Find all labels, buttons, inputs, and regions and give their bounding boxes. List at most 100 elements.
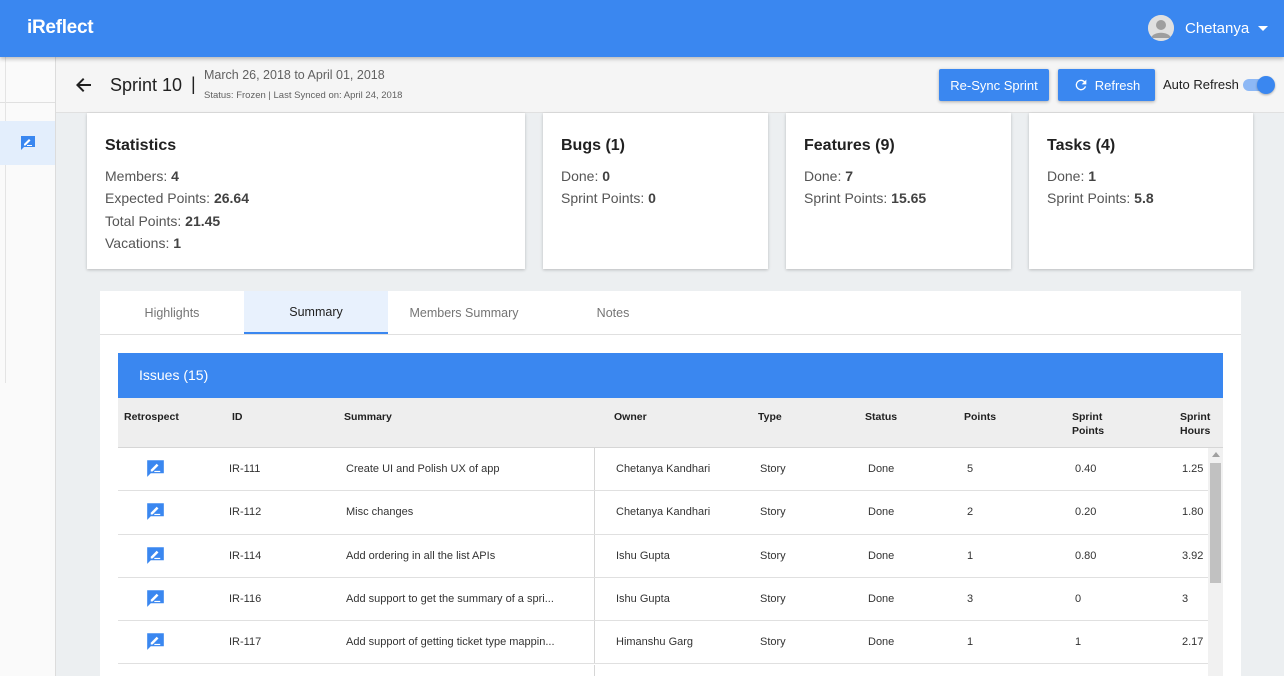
cell-type: Story <box>760 592 786 605</box>
cell-sprint-points: 1 <box>1075 636 1082 649</box>
cell-id[interactable]: IR-111 <box>229 463 260 475</box>
stat-done: Done: 7 <box>804 168 854 184</box>
cell-id[interactable]: IR-114 <box>229 550 261 562</box>
col-id[interactable]: ID <box>232 410 243 424</box>
cell-id[interactable]: IR-112 <box>229 506 261 518</box>
cell-sprint-points: 0.40 <box>1075 463 1097 475</box>
stat-sprint-points: Sprint Points: 0 <box>561 190 656 207</box>
title-separator: | <box>191 74 196 94</box>
cell-sprint-hours: 3 <box>1182 592 1189 605</box>
cell-points: 1 <box>967 549 974 562</box>
cell-status: Done <box>868 463 895 475</box>
stat-members: Members: 4 <box>105 168 179 184</box>
cell-id[interactable]: IR-117 <box>229 636 261 648</box>
scroll-up-arrow[interactable] <box>1212 452 1220 457</box>
sidebar-item-retrospect[interactable] <box>0 121 55 165</box>
resync-sprint-label: Re-Sync Sprint <box>950 77 1038 93</box>
stat-vacations: Vacations: 1 <box>105 235 182 252</box>
retrospect-button[interactable] <box>146 589 165 608</box>
tab-summary[interactable]: Summary <box>244 291 388 334</box>
tab-members-summary[interactable]: Members Summary <box>392 291 536 334</box>
table-row[interactable]: IR-112 Misc changes Chetanya Kandhari St… <box>118 491 1208 535</box>
cell-sprint-hours: 1.25 <box>1182 463 1204 475</box>
account-avatar-icon <box>1148 15 1174 41</box>
col-sprint-hours[interactable]: Sprint Hours <box>1180 410 1210 438</box>
cell-sprint-hours: 3.92 <box>1182 549 1204 562</box>
cell-type: Story <box>760 636 786 649</box>
col-points[interactable]: Points <box>964 410 996 424</box>
table-row[interactable]: IR-117 Add support of getting ticket typ… <box>118 621 1208 665</box>
column-divider <box>594 448 595 491</box>
sidebar-header <box>0 57 55 103</box>
table-row[interactable]: IR-114 Add ordering in all the list APIs… <box>118 534 1208 578</box>
features-card: Features (9) Done: 7 Sprint Points: 15.6… <box>786 113 1011 269</box>
cell-owner: Ishu Gupta <box>616 549 670 562</box>
retrospect-button[interactable] <box>146 459 165 478</box>
retrospect-button[interactable] <box>146 502 165 521</box>
scrollbar-thumb[interactable] <box>1210 463 1221 583</box>
table-row[interactable] <box>118 664 1208 676</box>
cell-points: 2 <box>967 506 974 519</box>
auto-refresh-toggle[interactable] <box>1243 76 1275 94</box>
col-summary[interactable]: Summary <box>344 410 392 424</box>
column-divider <box>594 621 595 664</box>
card-title: Bugs (1) <box>561 137 625 154</box>
bugs-card: Bugs (1) Done: 0 Sprint Points: 0 <box>543 113 768 269</box>
cell-status: Done <box>868 506 895 519</box>
cell-type: Story <box>760 506 786 519</box>
cell-owner: Ishu Gupta <box>616 592 670 605</box>
column-divider <box>594 491 595 534</box>
col-sprint-points[interactable]: Sprint Points <box>1072 410 1104 438</box>
user-menu[interactable]: Chetanya <box>1148 14 1269 42</box>
cell-points: 5 <box>967 463 974 475</box>
cell-status: Done <box>868 592 895 605</box>
app-bar: iReflect Chetanya <box>0 0 1284 57</box>
cell-id[interactable]: IR-116 <box>229 593 261 605</box>
back-button[interactable] <box>74 75 94 95</box>
refresh-button[interactable]: Refresh <box>1058 69 1155 101</box>
cell-status: Done <box>868 549 895 562</box>
retrospect-button[interactable] <box>146 632 165 651</box>
col-type[interactable]: Type <box>758 410 782 424</box>
stat-sprint-points: Sprint Points: 5.8 <box>1047 190 1154 207</box>
card-title: Tasks (4) <box>1047 137 1116 154</box>
cell-status: Done <box>868 636 895 649</box>
cell-sprint-hours: 1.80 <box>1182 506 1204 519</box>
issues-title: Issues (15) <box>139 367 209 383</box>
tab-highlights[interactable]: Highlights <box>100 291 244 334</box>
user-name: Chetanya <box>1185 19 1250 37</box>
cell-owner: Chetanya Kandhari <box>616 463 711 475</box>
stat-total-points: Total Points: 21.45 <box>105 212 221 229</box>
card-title: Statistics <box>105 137 177 154</box>
stat-done: Done: 0 <box>561 168 611 184</box>
table-body: IR-111 Create UI and Polish UX of app Ch… <box>118 448 1208 676</box>
tab-notes[interactable]: Notes <box>541 291 685 334</box>
table-row[interactable]: IR-111 Create UI and Polish UX of app Ch… <box>118 448 1208 492</box>
sprint-header: Sprint 10 | March 26, 2018 to April 01, … <box>56 57 1284 113</box>
table-row[interactable]: IR-116 Add support to get the summary of… <box>118 577 1208 622</box>
cell-summary: Add ordering in all the list APIs <box>346 549 496 562</box>
sprint-title: Sprint 10 <box>110 75 183 95</box>
retrospect-button[interactable] <box>146 546 165 565</box>
tasks-card: Tasks (4) Done: 1 Sprint Points: 5.8 <box>1029 113 1253 269</box>
edit-comment-icon <box>147 503 164 521</box>
arrow-left-icon <box>76 78 91 92</box>
edit-comment-icon <box>147 590 164 607</box>
edit-comment-icon <box>147 460 164 477</box>
col-status[interactable]: Status <box>865 410 897 424</box>
col-owner[interactable]: Owner <box>614 410 647 424</box>
resync-sprint-button[interactable]: Re-Sync Sprint <box>939 69 1049 101</box>
table-scrollbar[interactable] <box>1208 448 1223 676</box>
card-title: Features (9) <box>804 137 895 154</box>
table-header: Retrospect ID Summary Owner Type Status … <box>118 398 1223 448</box>
cell-sprint-points: 0 <box>1075 592 1082 605</box>
tab-bar: Highlights Summary Members Summary Notes <box>100 291 1241 335</box>
issues-header: Issues (15) <box>118 353 1223 398</box>
stat-done: Done: 1 <box>1047 168 1097 184</box>
app-title[interactable]: iReflect <box>27 17 94 39</box>
cell-owner: Chetanya Kandhari <box>616 506 711 519</box>
col-retrospect[interactable]: Retrospect <box>124 410 179 424</box>
column-divider <box>594 577 595 621</box>
cell-type: Story <box>760 549 786 562</box>
cell-summary: Add support to get the summary of a spri… <box>346 592 554 605</box>
